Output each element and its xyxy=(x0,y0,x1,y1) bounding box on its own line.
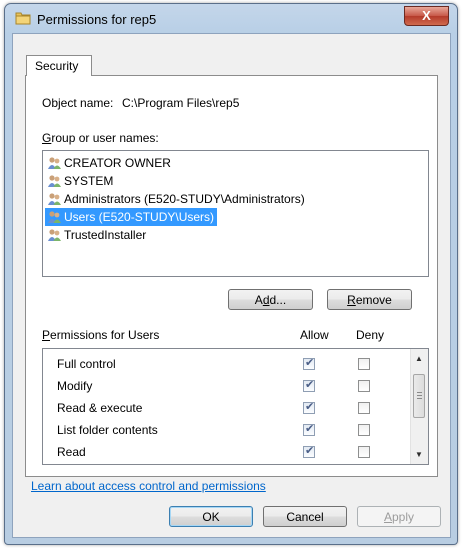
checkmark-icon: ✔ xyxy=(305,401,315,413)
list-item[interactable]: TrustedInstaller xyxy=(45,226,149,244)
apply-button[interactable]: Apply xyxy=(357,506,441,527)
checkmark-icon: ✔ xyxy=(305,357,315,369)
grip-icon xyxy=(417,395,422,396)
permission-name: Read & execute xyxy=(57,401,143,415)
checkmark-icon: ✔ xyxy=(305,379,315,391)
checkmark-icon: ✔ xyxy=(305,423,315,435)
dialog-body: Security Object name: C:\Program Files\r… xyxy=(12,33,451,538)
users-icon xyxy=(48,175,61,187)
grip-icon xyxy=(417,398,422,399)
users-icon xyxy=(48,229,61,241)
user-list[interactable]: CREATOR OWNER SYSTEM Administrators (E52… xyxy=(42,150,429,277)
users-icon xyxy=(48,193,61,205)
scroll-up-arrow-icon[interactable]: ▲ xyxy=(415,354,423,363)
add-button[interactable]: Add... xyxy=(228,289,313,310)
cancel-button[interactable]: Cancel xyxy=(263,506,347,527)
object-name-value: C:\Program Files\rep5 xyxy=(122,96,240,110)
close-button[interactable]: X xyxy=(404,6,449,26)
users-icon xyxy=(48,157,61,169)
users-icon xyxy=(48,211,61,223)
window-title: Permissions for rep5 xyxy=(37,12,157,27)
deny-column-header: Deny xyxy=(356,328,385,342)
permissions-list[interactable]: Full control ✔ Modify ✔ Read & execute ✔… xyxy=(42,348,429,465)
learn-more-link[interactable]: Learn about access control and permissio… xyxy=(31,479,266,493)
object-name-row: Object name: C:\Program Files\rep5 xyxy=(42,96,239,110)
list-item[interactable]: CREATOR OWNER xyxy=(45,154,174,172)
group-or-user-names-label: Group or user names: xyxy=(42,131,159,145)
permission-row: Modify ✔ xyxy=(43,376,403,398)
vertical-scrollbar[interactable]: ▲ ▼ xyxy=(410,349,428,464)
remove-button[interactable]: Remove xyxy=(327,289,412,310)
allow-checkbox[interactable]: ✔ xyxy=(303,423,315,436)
allow-checkbox[interactable]: ✔ xyxy=(303,445,315,458)
deny-checkbox[interactable] xyxy=(358,446,370,458)
checkmark-icon: ✔ xyxy=(305,445,315,457)
object-name-label: Object name: xyxy=(42,96,114,110)
permission-name: Full control xyxy=(57,357,116,371)
deny-checkbox[interactable] xyxy=(358,380,370,392)
list-item[interactable]: Administrators (E520-STUDY\Administrator… xyxy=(45,190,308,208)
list-item[interactable]: Users (E520-STUDY\Users) xyxy=(45,208,218,226)
deny-checkbox[interactable] xyxy=(358,358,370,370)
permission-name: Read xyxy=(57,445,86,459)
allow-column-header: Allow xyxy=(300,328,329,342)
grip-icon xyxy=(417,392,422,393)
permission-row: Full control ✔ xyxy=(43,354,403,376)
permissions-dialog: Permissions for rep5 X Security Object n… xyxy=(4,3,458,545)
ok-button[interactable]: OK xyxy=(169,506,253,527)
security-tab-panel: Object name: C:\Program Files\rep5 Group… xyxy=(25,75,438,477)
permission-name: Modify xyxy=(57,379,93,393)
deny-checkbox[interactable] xyxy=(358,424,370,436)
list-item[interactable]: SYSTEM xyxy=(45,172,116,190)
title-bar[interactable]: Permissions for rep5 X xyxy=(5,4,457,34)
deny-checkbox[interactable] xyxy=(358,402,370,414)
permission-row: Read ✔ xyxy=(43,442,403,464)
scroll-down-arrow-icon[interactable]: ▼ xyxy=(415,450,423,459)
allow-checkbox[interactable]: ✔ xyxy=(303,401,315,414)
allow-checkbox[interactable]: ✔ xyxy=(303,379,315,392)
permission-row: List folder contents ✔ xyxy=(43,420,403,442)
permission-row: Read & execute ✔ xyxy=(43,398,403,420)
allow-checkbox[interactable]: ✔ xyxy=(303,357,315,370)
tab-security[interactable]: Security xyxy=(26,55,92,76)
folder-icon xyxy=(15,12,31,25)
scrollbar-thumb[interactable] xyxy=(413,374,425,418)
permissions-header: Permissions for Users xyxy=(42,328,160,342)
permission-name: List folder contents xyxy=(57,423,158,437)
